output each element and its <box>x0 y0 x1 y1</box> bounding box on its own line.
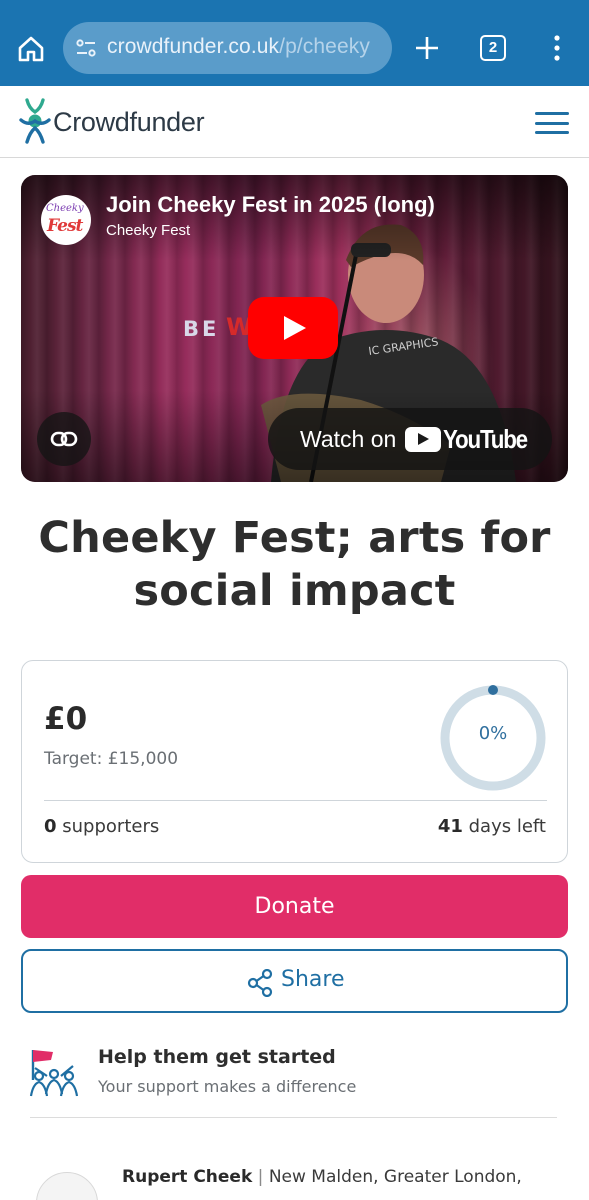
url-path: /p/cheeky <box>279 35 370 58</box>
share-icon <box>247 969 273 997</box>
project-title: Cheeky Fest; arts for social impact <box>38 513 551 616</box>
donate-button[interactable]: Donate <box>21 875 568 938</box>
new-tab-icon[interactable] <box>412 33 442 63</box>
amount-raised: £0 <box>44 701 88 737</box>
funding-stats-card: £0 Target: £15,000 0% 0 supporters 41 da… <box>21 660 568 863</box>
supporters-flag-icon <box>29 1050 79 1097</box>
more-options-icon[interactable] <box>545 33 569 63</box>
help-subtitle: Your support makes a difference <box>98 1077 357 1096</box>
tab-switcher-button[interactable]: 2 <box>480 35 506 61</box>
hamburger-menu-icon[interactable] <box>535 112 569 134</box>
play-icon <box>284 316 306 340</box>
days-label: days left <box>468 816 546 837</box>
owner-separator: | <box>257 1167 264 1187</box>
stats-divider <box>44 800 547 801</box>
share-label: Share <box>281 967 345 992</box>
days-left: 41 days left <box>438 816 546 837</box>
url-domain: crowdfunder.co.uk <box>107 35 280 58</box>
owner-info: Rupert Cheek | New Malden, Greater Londo… <box>122 1167 522 1187</box>
browser-toolbar: crowdfunder.co.uk/p/cheeky 2 <box>0 0 589 86</box>
youtube-logo-icon <box>405 427 441 452</box>
site-settings-icon[interactable] <box>75 37 97 59</box>
section-divider <box>30 1117 557 1118</box>
avatar-text-fest: Fest <box>47 216 83 236</box>
home-icon[interactable] <box>16 34 46 64</box>
days-number: 41 <box>437 816 463 837</box>
watch-on-youtube-button[interactable]: Watch on YouTube <box>268 408 552 470</box>
share-button[interactable]: Share <box>21 949 568 1013</box>
progress-ring-indicator <box>488 685 498 695</box>
supporters-label: supporters <box>62 816 160 837</box>
address-bar[interactable]: crowdfunder.co.uk/p/cheeky <box>63 22 392 74</box>
site-header: Crowdfunder <box>0 86 589 158</box>
owner-name[interactable]: Rupert Cheek <box>122 1167 252 1187</box>
crowdfunder-logo-icon[interactable] <box>19 98 51 144</box>
owner-avatar[interactable] <box>36 1172 98 1200</box>
video-embed[interactable]: IC GRAPHICS Cheeky Fest Join Cheeky Fest… <box>21 175 568 482</box>
link-icon <box>50 431 78 447</box>
logo-text[interactable]: Crowdfunder <box>53 107 205 138</box>
avatar-text-cheeky: Cheeky <box>46 203 84 214</box>
progress-percent: 0% <box>478 723 508 744</box>
video-title[interactable]: Join Cheeky Fest in 2025 (long) <box>106 192 435 218</box>
funding-target: Target: £15,000 <box>44 749 179 769</box>
url-text[interactable]: crowdfunder.co.uk/p/cheeky <box>107 35 370 59</box>
video-channel-name[interactable]: Cheeky Fest <box>106 222 190 239</box>
youtube-wordmark: YouTube <box>443 424 528 454</box>
video-overlay-text-be: BE <box>183 317 220 341</box>
play-button[interactable] <box>248 297 338 359</box>
copy-link-button[interactable] <box>37 412 91 466</box>
channel-avatar[interactable]: Cheeky Fest <box>41 195 91 245</box>
help-title: Help them get started <box>98 1046 336 1068</box>
owner-location: New Malden, Greater London, <box>268 1167 522 1187</box>
watch-on-label: Watch on <box>300 426 397 452</box>
supporters-number: 0 <box>44 816 57 837</box>
supporters-count: 0 supporters <box>44 816 159 837</box>
